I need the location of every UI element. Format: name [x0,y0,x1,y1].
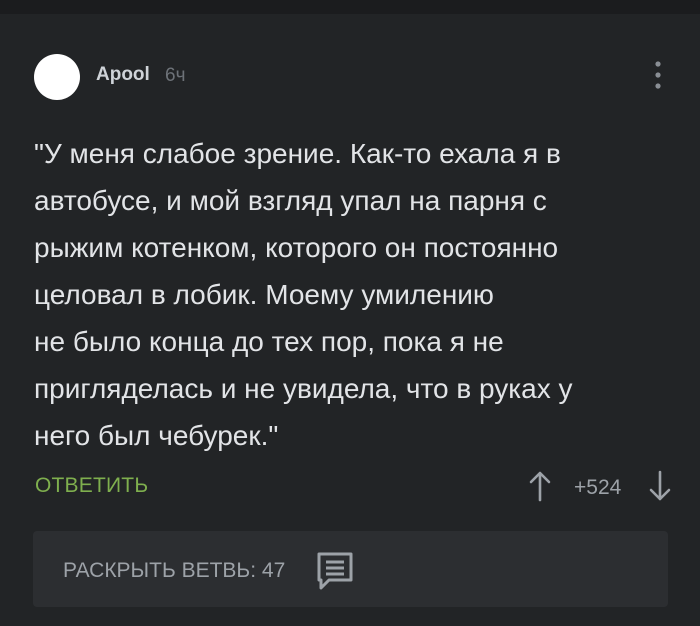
top-divider [0,0,700,14]
comment-line: пригляделась и не увидела, что в руках у [34,373,573,404]
comment-line: не было конца до тех пор, пока я не [34,326,504,357]
rating-value: +524 [574,476,622,499]
comment-line: целовал в лобик. Моему умилению [34,279,494,310]
expand-thread-button[interactable]: РАСКРЫТЬ ВЕТВЬ: 47 [33,531,668,607]
avatar[interactable] [34,54,80,100]
comment-line: "У меня слабое зрение. Как-то ехала я в [34,138,561,169]
reply-button[interactable]: ОТВЕТИТЬ [35,474,148,498]
arrow-up-icon[interactable] [528,470,552,502]
comment-line: него был чебурек." [34,420,279,451]
comments-icon [317,552,353,590]
more-vertical-icon[interactable] [651,60,665,90]
comment-text: "У меня слабое зрение. Как-то ехала я в … [34,130,674,459]
comment-time: 6ч [165,65,186,86]
author-name[interactable]: Apool [96,64,150,86]
expand-thread-label: РАСКРЫТЬ ВЕТВЬ: 47 [63,559,286,582]
comment-line: рыжим котенком, которого он постоянно [34,232,559,263]
comment-line: автобусе, и мой взгляд упал на парня с [34,185,547,216]
arrow-down-icon[interactable] [648,470,672,502]
